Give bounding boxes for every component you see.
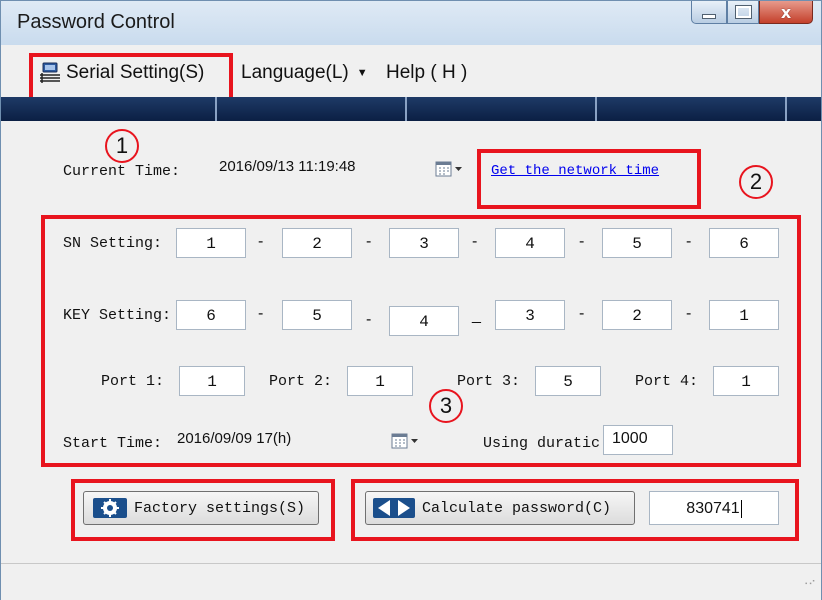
sn-separator: - [686,233,692,250]
sn-separator: - [472,233,478,250]
port-1-label: Port 1: [101,373,165,390]
minimize-button[interactable] [691,1,727,24]
port-4-label: Port 4: [635,373,699,390]
calendar-icon[interactable] [435,160,465,183]
key-separator: _ [472,307,481,324]
text-cursor [740,499,742,518]
app-window: Password Control x Serial Setting(S) Lan… [0,0,822,600]
title-bar[interactable]: Password Control x [1,1,821,45]
start-time-picker[interactable]: 2016/09/09 17(h) [173,426,431,456]
sn-separator: - [579,233,585,250]
calculate-icon [372,497,416,519]
sn-field-1[interactable]: 1 [176,228,246,258]
calendar-icon[interactable] [391,432,421,455]
window-controls: x [691,1,813,25]
start-time-value: 2016/09/09 17(h) [177,430,292,447]
sn-field-6[interactable]: 6 [709,228,779,258]
password-result-field[interactable]: 830741 [649,491,779,525]
current-time-label: Current Time: [63,163,181,180]
maximize-button[interactable] [727,1,759,24]
start-time-label: Start Time: [63,435,163,452]
duration-field[interactable]: 1000 [603,425,673,455]
minimize-icon [702,13,716,19]
port-4-field[interactable]: 1 [713,366,779,396]
key-field-1[interactable]: 6 [176,300,246,330]
sn-field-3[interactable]: 3 [389,228,459,258]
annotation-circle-2: 2 [739,165,773,199]
factory-settings-button[interactable]: Factory settings(S) [83,491,319,525]
password-result-value: 830741 [686,500,740,517]
sn-field-2[interactable]: 2 [282,228,352,258]
using-duration-label: Using duratic [483,435,601,452]
factory-settings-label: Factory settings(S) [134,499,306,517]
menu-language[interactable]: Language(L) ▼ [241,62,368,84]
nav-strip-separator [405,97,407,121]
calculate-password-button[interactable]: Calculate password(C) [365,491,635,525]
port-2-label: Port 2: [269,373,333,390]
port-1-field[interactable]: 1 [179,366,245,396]
close-button[interactable]: x [759,1,813,24]
maximize-icon [734,5,752,19]
annotation-circle-3: 3 [429,389,463,423]
key-field-3[interactable]: 4 [389,306,459,336]
nav-strip-separator [215,97,217,121]
port-3-field[interactable]: 5 [535,366,601,396]
sn-setting-label: SN Setting: [63,235,163,252]
key-field-6[interactable]: 1 [709,300,779,330]
sn-field-4[interactable]: 4 [495,228,565,258]
key-separator: - [258,305,264,322]
key-field-5[interactable]: 2 [602,300,672,330]
key-field-2[interactable]: 5 [282,300,352,330]
current-time-value: 2016/09/13 11:19:48 [219,158,356,175]
gear-icon [92,497,128,519]
key-field-4[interactable]: 3 [495,300,565,330]
nav-strip-separator [785,97,787,121]
current-time-picker[interactable]: 2016/09/13 11:19:48 [215,154,477,186]
annotation-box-2 [477,149,701,209]
key-separator: - [686,305,692,322]
chevron-down-icon: ▼ [356,67,368,79]
menu-help-label: Help ( H ) [386,62,468,83]
key-setting-label: KEY Setting: [63,307,172,324]
window-title: Password Control [17,11,175,33]
key-separator: - [366,311,372,328]
sn-separator: - [366,233,372,250]
sn-separator: - [258,233,264,250]
menu-language-label: Language(L) [241,62,349,83]
annotation-circle-1: 1 [105,129,139,163]
nav-strip [1,97,821,121]
close-icon: x [780,2,792,22]
resize-grip-icon[interactable]: ⠠⠔ [801,578,816,594]
port-2-field[interactable]: 1 [347,366,413,396]
sn-field-5[interactable]: 5 [602,228,672,258]
nav-strip-separator [595,97,597,121]
menu-help[interactable]: Help ( H ) [386,62,467,84]
status-bar: ⠠⠔ [1,563,821,600]
key-separator: - [579,305,585,322]
calculate-password-label: Calculate password(C) [422,499,612,517]
port-3-label: Port 3: [457,373,521,390]
